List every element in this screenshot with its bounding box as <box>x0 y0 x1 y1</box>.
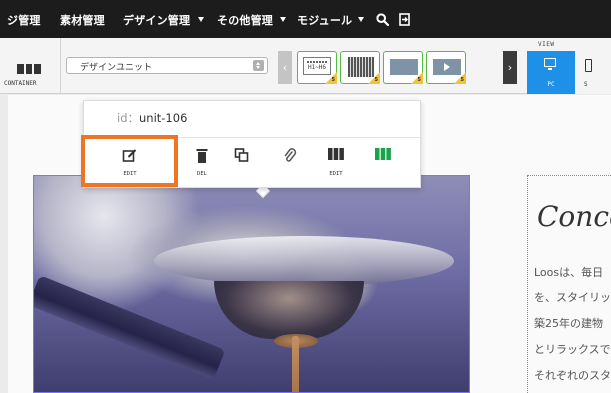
edit-columns-label: EDIT <box>329 171 343 177</box>
concept-text-line: とリラックスで <box>534 343 611 356</box>
edit-columns-button[interactable]: EDIT <box>316 138 356 187</box>
logout-icon[interactable] <box>399 11 411 30</box>
espresso-stream <box>292 336 299 392</box>
view-pc-button[interactable]: PC <box>527 51 575 94</box>
scroll-right-button[interactable]: › <box>503 51 517 84</box>
unit-toolbar-popup: id：unit-106 EDIT DEL EDIT <box>81 100 422 188</box>
smartphone-icon <box>585 59 592 72</box>
nav-item-material-management[interactable]: 素材管理 <box>60 12 105 28</box>
pc-label: PC <box>547 81 555 88</box>
badge-count: 5 <box>460 77 464 83</box>
toolbar: CONTAINER デザインユニット ‹ H1~H6 5 5 5 5 › VIE… <box>0 38 611 94</box>
badge-count: 5 <box>417 77 421 83</box>
play-icon <box>444 63 450 71</box>
unit-thumb-image[interactable]: 5 <box>383 51 423 84</box>
scroll-left-button[interactable]: ‹ <box>278 51 292 84</box>
nav-item-design-management[interactable]: デザイン管理 <box>123 12 190 28</box>
espresso-image[interactable] <box>33 175 470 393</box>
concept-title: Concep <box>537 200 611 233</box>
column-layout-button[interactable] <box>363 138 403 187</box>
concept-text-line: 築25年の建物 <box>534 317 603 330</box>
top-nav-bar: ジ管理 素材管理 デザイン管理 その他管理 モジュール <box>0 0 611 38</box>
trash-icon <box>196 149 208 163</box>
badge-count: 5 <box>331 77 335 83</box>
attach-unit-button[interactable] <box>270 138 310 187</box>
view-smartphone-button[interactable]: S <box>575 51 611 94</box>
paperclip-icon <box>284 148 297 162</box>
concept-text-line: Loosは、毎日 <box>534 266 604 279</box>
search-icon[interactable] <box>376 11 390 30</box>
monitor-icon <box>544 58 556 70</box>
container-button[interactable]: CONTAINER <box>0 38 60 94</box>
green-columns-icon <box>375 148 391 160</box>
sp-label: S <box>584 81 588 88</box>
container-label: CONTAINER <box>4 80 37 87</box>
unit-thumb-text[interactable]: 5 <box>340 51 380 84</box>
copy-unit-button[interactable] <box>222 138 262 187</box>
concept-section[interactable]: Concep Loosは、毎日 を、スタイリッ 築25年の建物 とリラックスで … <box>527 175 611 393</box>
chevron-down-icon <box>198 17 204 22</box>
portafilter-handle <box>34 275 226 380</box>
columns-icon <box>17 64 42 74</box>
unit-thumb-heading[interactable]: H1~H6 5 <box>297 51 337 84</box>
unit-thumb-video[interactable]: 5 <box>426 51 466 84</box>
unit-type-select-value: デザインユニット <box>80 63 153 73</box>
unit-id-value: unit-106 <box>139 111 188 125</box>
select-arrows-icon <box>253 60 264 71</box>
unit-id: id：unit-106 <box>117 110 187 126</box>
delete-unit-button[interactable]: DEL <box>182 138 222 187</box>
nav-item-page-management[interactable]: ジ管理 <box>7 12 41 28</box>
columns-icon <box>328 148 344 160</box>
badge-count: 5 <box>374 77 378 83</box>
copy-icon <box>234 148 249 162</box>
chevron-down-icon <box>280 17 286 22</box>
view-label: VIEW <box>538 41 555 48</box>
delete-label: DEL <box>197 171 207 177</box>
chevron-down-icon <box>358 17 364 22</box>
unit-type-select[interactable]: デザインユニット <box>66 57 268 74</box>
nav-item-other-management[interactable]: その他管理 <box>217 12 273 28</box>
concept-text-line: を、スタイリッ <box>534 291 611 304</box>
portafilter-basket <box>214 281 364 339</box>
divider <box>60 38 61 94</box>
nav-item-module[interactable]: モジュール <box>297 12 352 28</box>
concept-text-line: それぞれのスタ <box>534 369 611 382</box>
portafilter-rim <box>154 236 454 286</box>
edit-highlight-frame <box>81 135 178 187</box>
unit-id-key: id： <box>117 111 139 125</box>
